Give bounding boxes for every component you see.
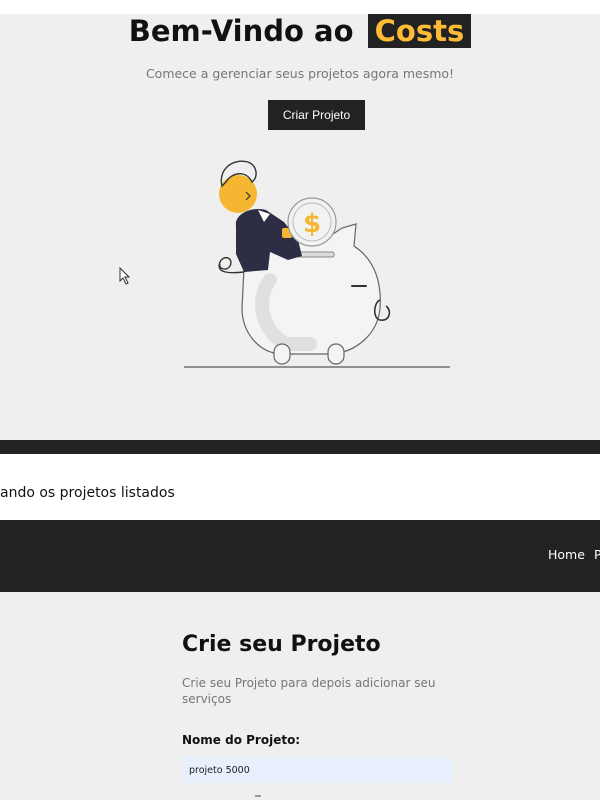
dark-divider [0,440,600,454]
top-strip [0,0,600,14]
nav-projects-link[interactable]: P [594,547,600,562]
hero-title: Bem-Vindo ao Costs [0,14,600,48]
nav-home-link[interactable]: Home [548,547,585,562]
caption-text: ando os projetos listados [0,485,175,501]
faded-mark [255,795,261,797]
project-name-input[interactable] [182,757,452,783]
hero-title-highlight: Costs [367,14,472,48]
mouse-cursor-icon [119,267,131,285]
create-project-section: Crie seu Projeto Crie seu Projeto para d… [0,592,600,800]
dollar-sign-icon: $ [303,209,321,239]
form-subtitle: Crie seu Projeto para depois adicionar s… [182,676,436,706]
hero-subtitle: Comece a gerenciar seus projetos agora m… [145,66,455,81]
piggy-bank-illustration: $ [184,160,450,368]
create-project-button[interactable]: Criar Projeto [268,100,365,130]
form-title: Crie seu Projeto [182,632,381,657]
navbar: Home P [0,520,600,592]
project-name-label: Nome do Projeto: [182,733,301,747]
hero-section: Bem-Vindo ao Costs Comece a gerenciar se… [0,14,600,440]
hero-title-prefix: Bem-Vindo ao [128,14,354,48]
